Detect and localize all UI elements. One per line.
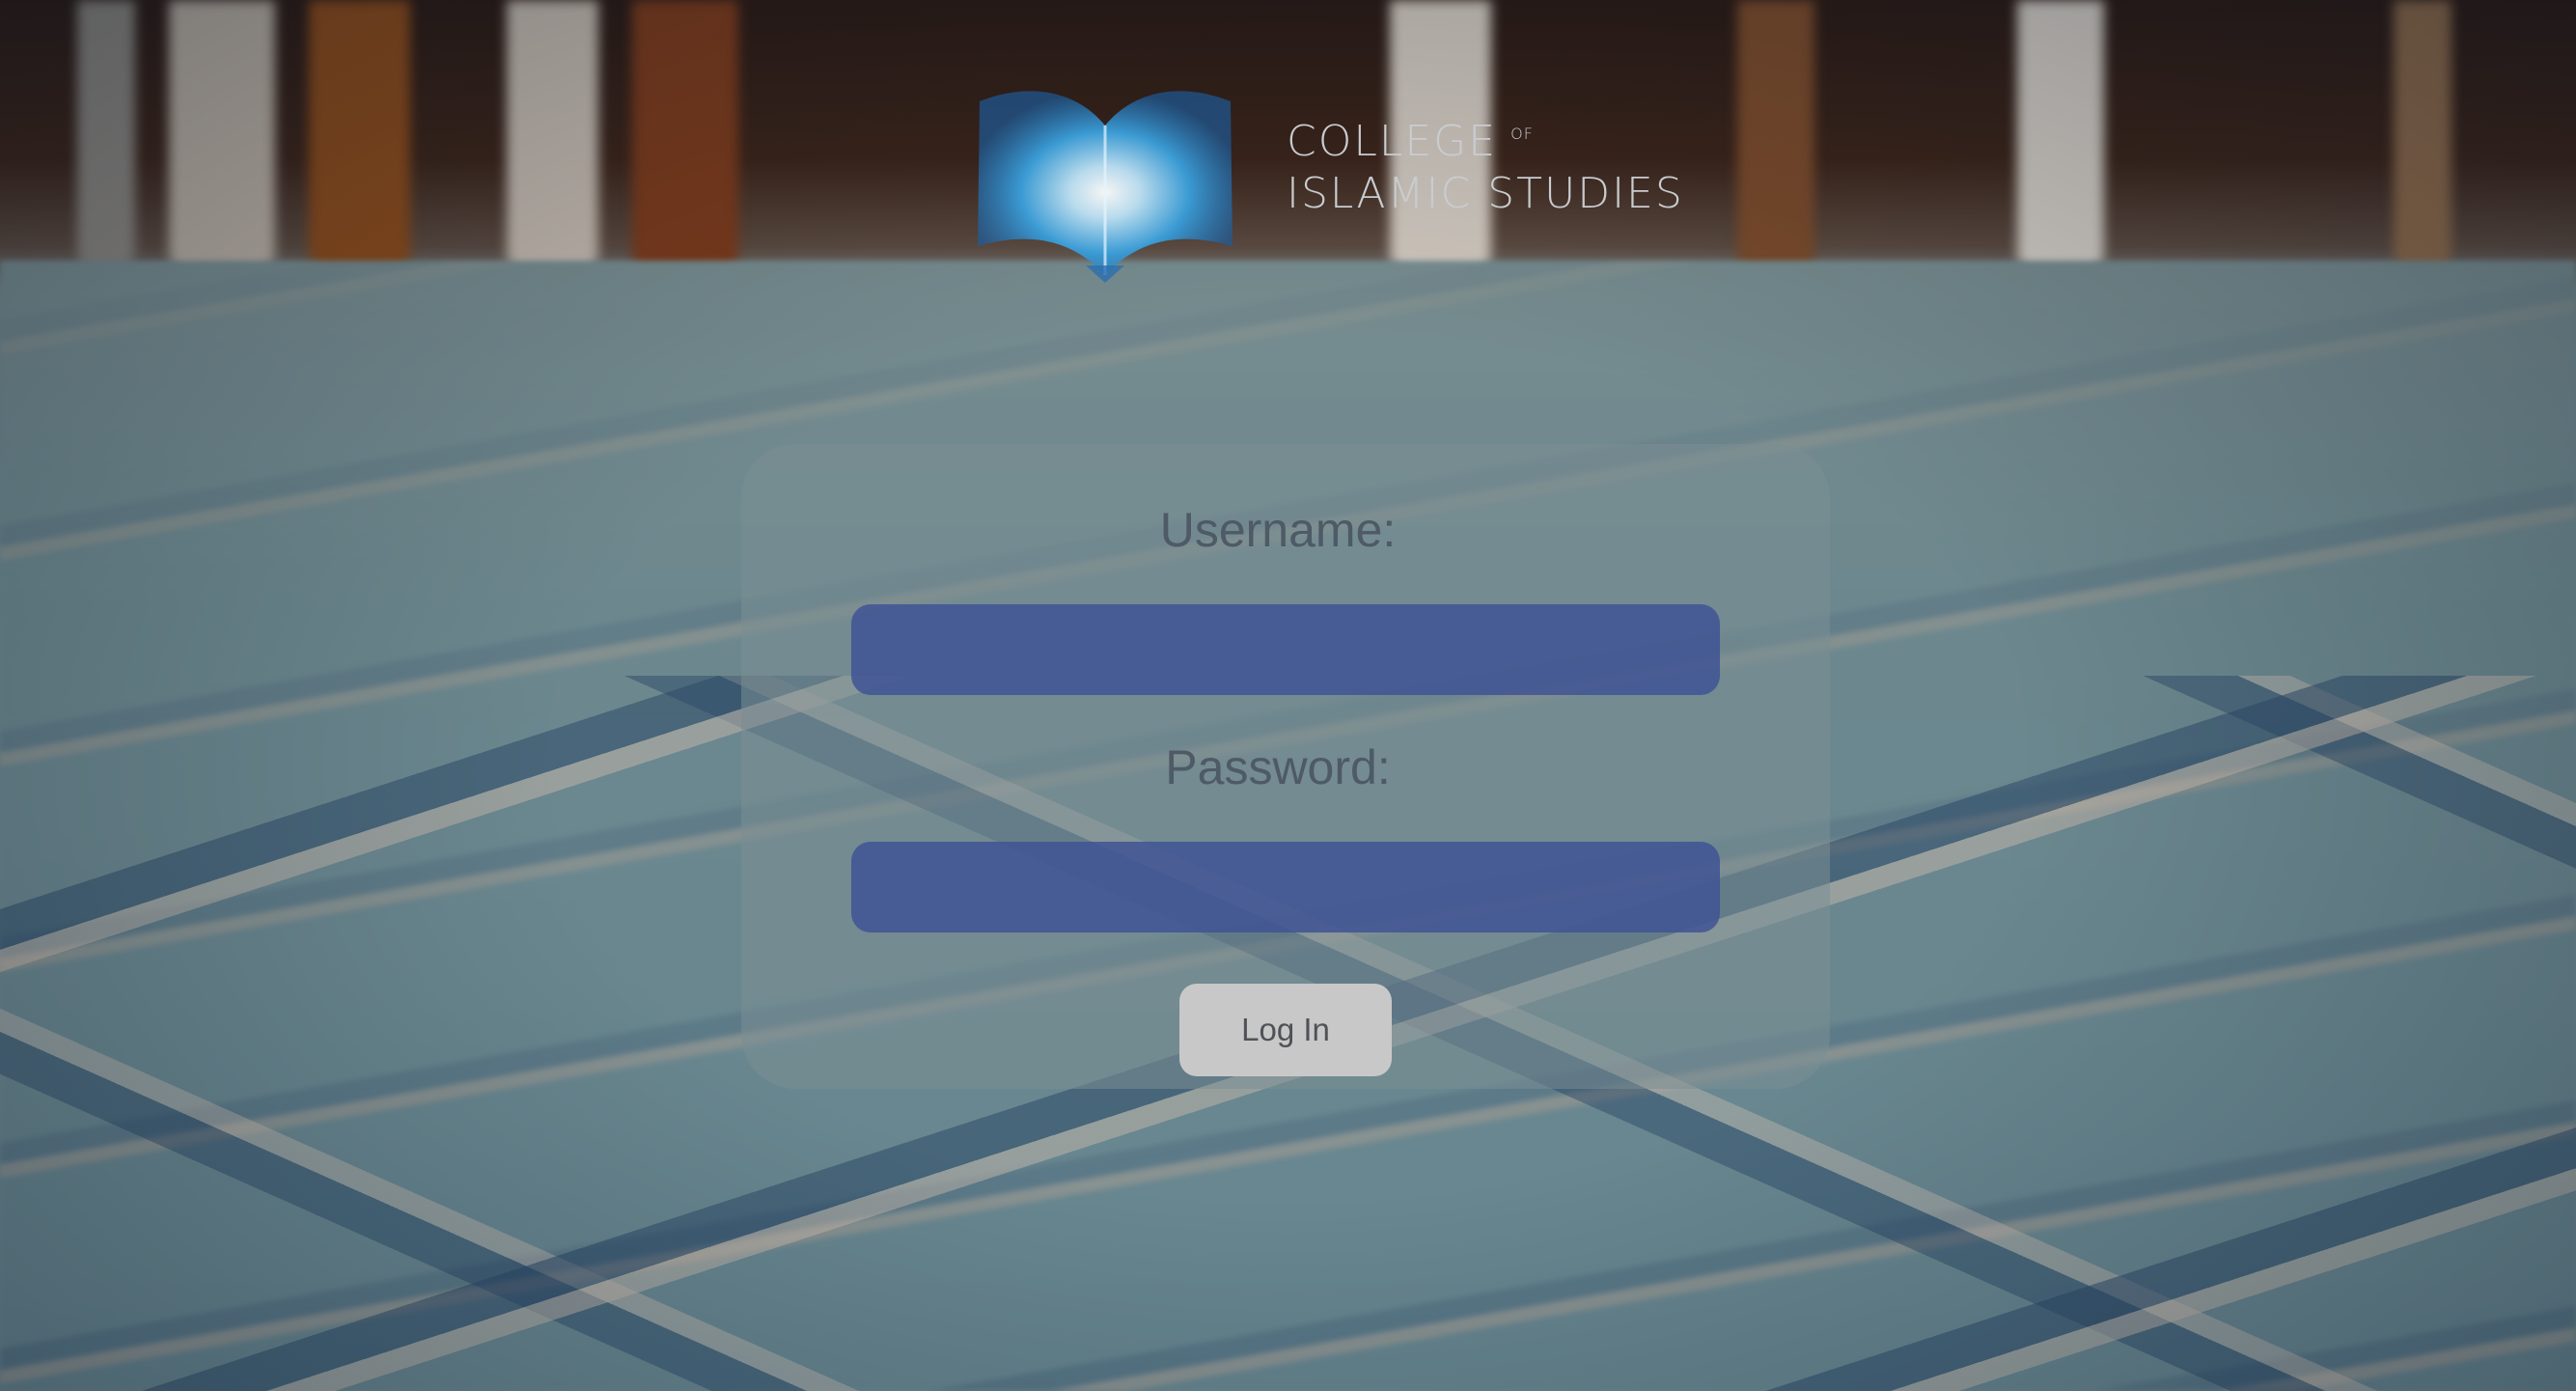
logo-of: OF bbox=[1510, 125, 1534, 143]
username-input[interactable] bbox=[851, 604, 1720, 695]
password-input[interactable] bbox=[851, 842, 1720, 932]
log-in-button[interactable]: Log In bbox=[1179, 984, 1392, 1076]
logo-line-1: COLLEGE bbox=[1287, 117, 1498, 166]
open-book-icon bbox=[970, 72, 1240, 285]
username-label: Username: bbox=[1159, 503, 1397, 557]
college-logo: COLLEGE OF ISLAMIC STUDIES bbox=[970, 72, 1684, 285]
login-page: COLLEGE OF ISLAMIC STUDIES Username: Pas… bbox=[0, 0, 2576, 1391]
logo-wordmark: COLLEGE OF ISLAMIC STUDIES bbox=[1287, 121, 1684, 215]
password-label: Password: bbox=[1165, 740, 1391, 794]
logo-line-2: ISLAMIC STUDIES bbox=[1287, 169, 1684, 218]
